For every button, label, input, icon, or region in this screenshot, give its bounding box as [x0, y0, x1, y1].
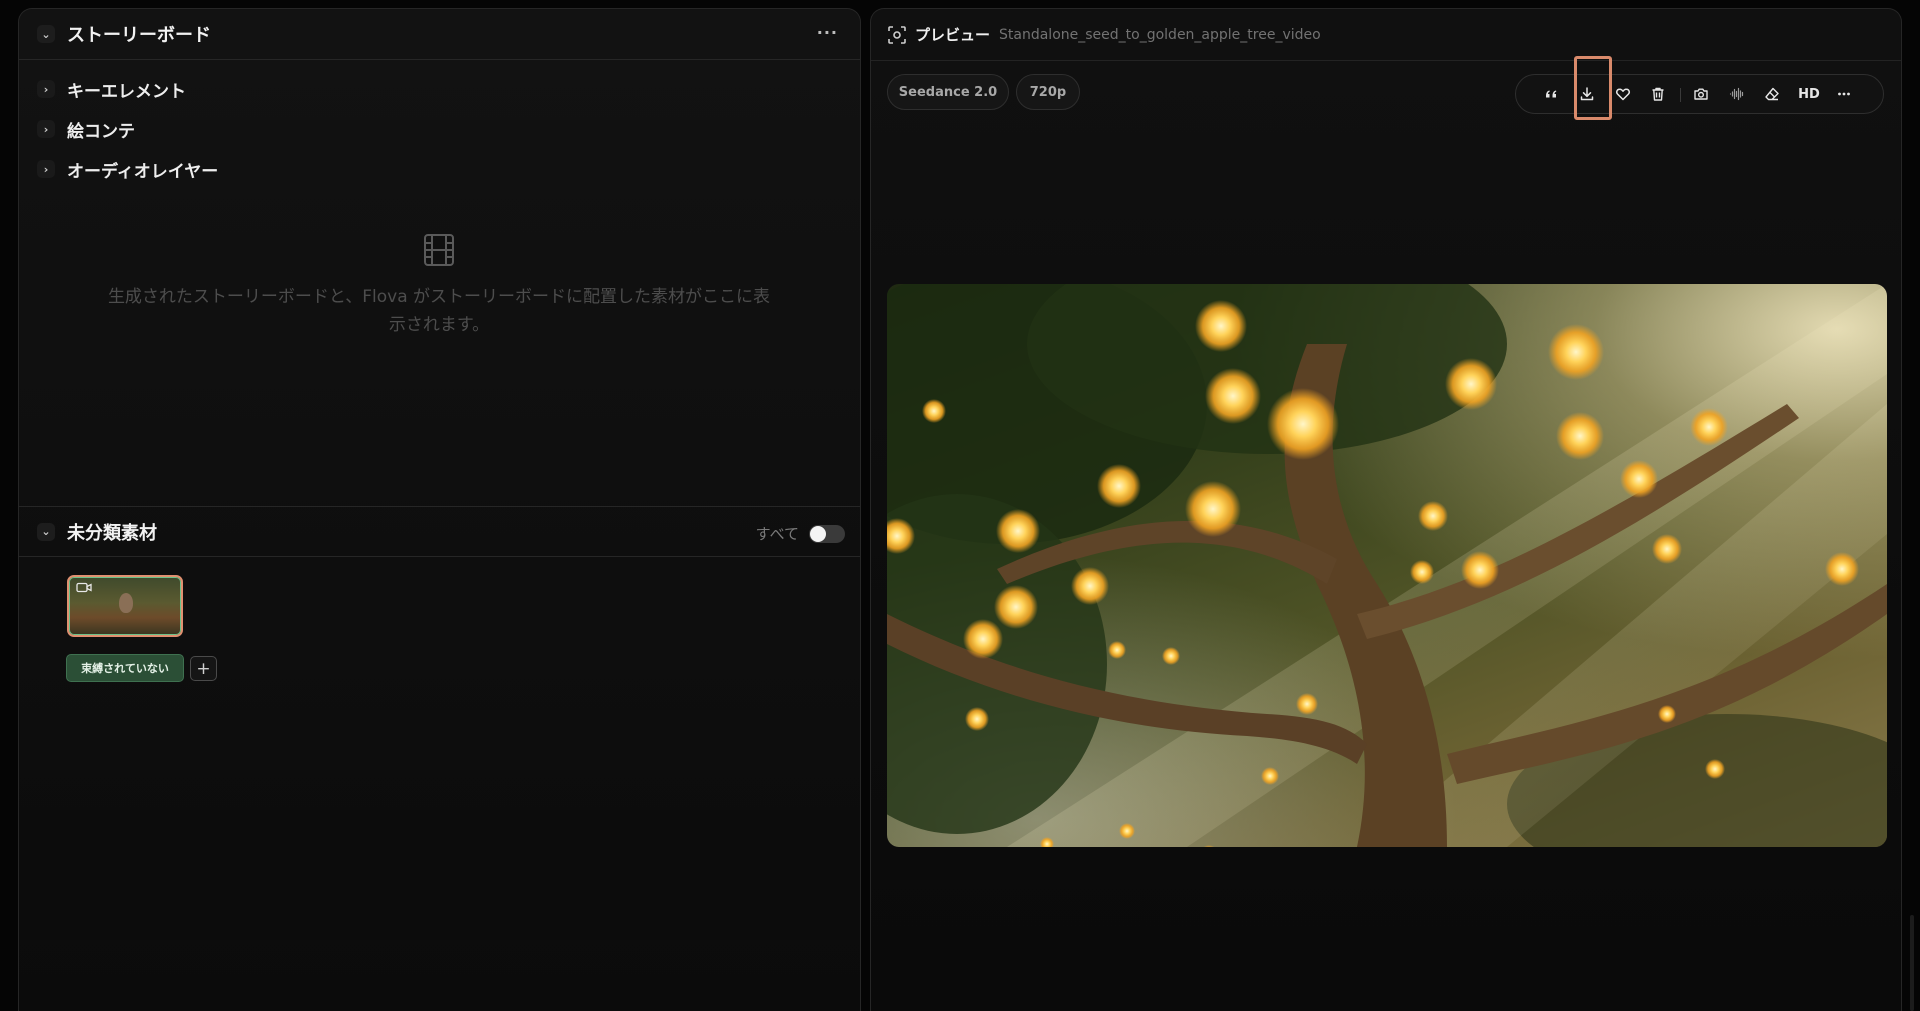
more-icon[interactable]	[1829, 75, 1859, 113]
heart-icon[interactable]	[1608, 75, 1638, 113]
storyboard-menu-button[interactable]: ···	[817, 23, 838, 42]
preview-filename: Standalone_seed_to_golden_apple_tree_vid…	[999, 26, 1321, 43]
preview-panel: プレビュー Standalone_seed_to_golden_apple_tr…	[870, 8, 1902, 1011]
collapse-chevron-icon[interactable]: ⌄	[37, 522, 55, 541]
eraser-icon[interactable]	[1757, 75, 1787, 113]
storyboard-title: ストーリーボード	[67, 25, 211, 46]
show-all-toggle[interactable]	[809, 524, 845, 543]
seed-shape	[119, 593, 133, 613]
app-root: ⌄ ストーリーボード ··· › キーエレメント › 絵コンテ › オーディオレ…	[0, 0, 1920, 1011]
preview-title: プレビュー	[915, 26, 991, 44]
video-camera-icon	[76, 582, 92, 593]
toolbar-divider	[1680, 88, 1681, 102]
download-icon[interactable]	[1572, 75, 1602, 113]
resolution-chip[interactable]: 720p	[1016, 74, 1080, 110]
preview-header: プレビュー Standalone_seed_to_golden_apple_tr…	[871, 9, 1901, 61]
storyboard-empty-message: 生成されたストーリーボードと、Flova がストーリーボードに配置した素材がここ…	[79, 283, 799, 339]
tree-item-key-elements[interactable]: › キーエレメント	[37, 77, 186, 102]
expand-chevron-icon[interactable]: ›	[37, 160, 55, 178]
film-icon	[424, 234, 454, 266]
storyboard-panel: ⌄ ストーリーボード ··· › キーエレメント › 絵コンテ › オーディオレ…	[18, 8, 861, 1011]
show-all-label: すべて	[755, 525, 799, 543]
tree-item-audio-layer[interactable]: › オーディオレイヤー	[37, 157, 219, 182]
expand-chevron-icon[interactable]: ›	[37, 80, 55, 98]
collapse-chevron-icon[interactable]: ⌄	[37, 25, 55, 43]
uncategorized-header: ⌄ 未分類素材 すべて	[19, 506, 860, 557]
tree-item-label: キーエレメント	[67, 81, 186, 102]
hd-button[interactable]: HD	[1792, 75, 1826, 113]
tree-item-label: オーディオレイヤー	[67, 161, 219, 182]
scrollbar-edge[interactable]	[1910, 915, 1914, 1011]
preview-scan-icon	[888, 25, 906, 44]
waveform-icon[interactable]	[1722, 75, 1752, 113]
tree-item-label: 絵コンテ	[67, 121, 135, 142]
storyboard-header: ⌄ ストーリーボード ···	[19, 9, 860, 60]
trash-icon[interactable]	[1643, 75, 1673, 113]
model-chip[interactable]: Seedance 2.0	[887, 74, 1009, 110]
tree-item-storyboard-sketch[interactable]: › 絵コンテ	[37, 117, 135, 142]
preview-toolbar: HD	[1515, 74, 1884, 114]
expand-chevron-icon[interactable]: ›	[37, 120, 55, 138]
empty-message-line: 生成されたストーリーボードと、Flova がストーリーボードに配置した素材がここ…	[107, 287, 771, 307]
golden-apple-tree-frame	[887, 284, 1887, 847]
camera-icon[interactable]	[1686, 75, 1716, 113]
video-preview[interactable]	[887, 284, 1887, 847]
toggle-knob	[810, 525, 826, 542]
add-asset-button[interactable]: +	[190, 656, 217, 681]
show-all-toggle-group: すべて	[756, 523, 845, 544]
unbound-badge[interactable]: 束縛されていない	[66, 654, 184, 682]
uncategorized-title: 未分類素材	[67, 522, 157, 544]
quote-icon[interactable]	[1536, 75, 1566, 113]
video-asset-thumbnail[interactable]	[67, 575, 183, 637]
empty-message-line: 示されます。	[388, 315, 490, 335]
